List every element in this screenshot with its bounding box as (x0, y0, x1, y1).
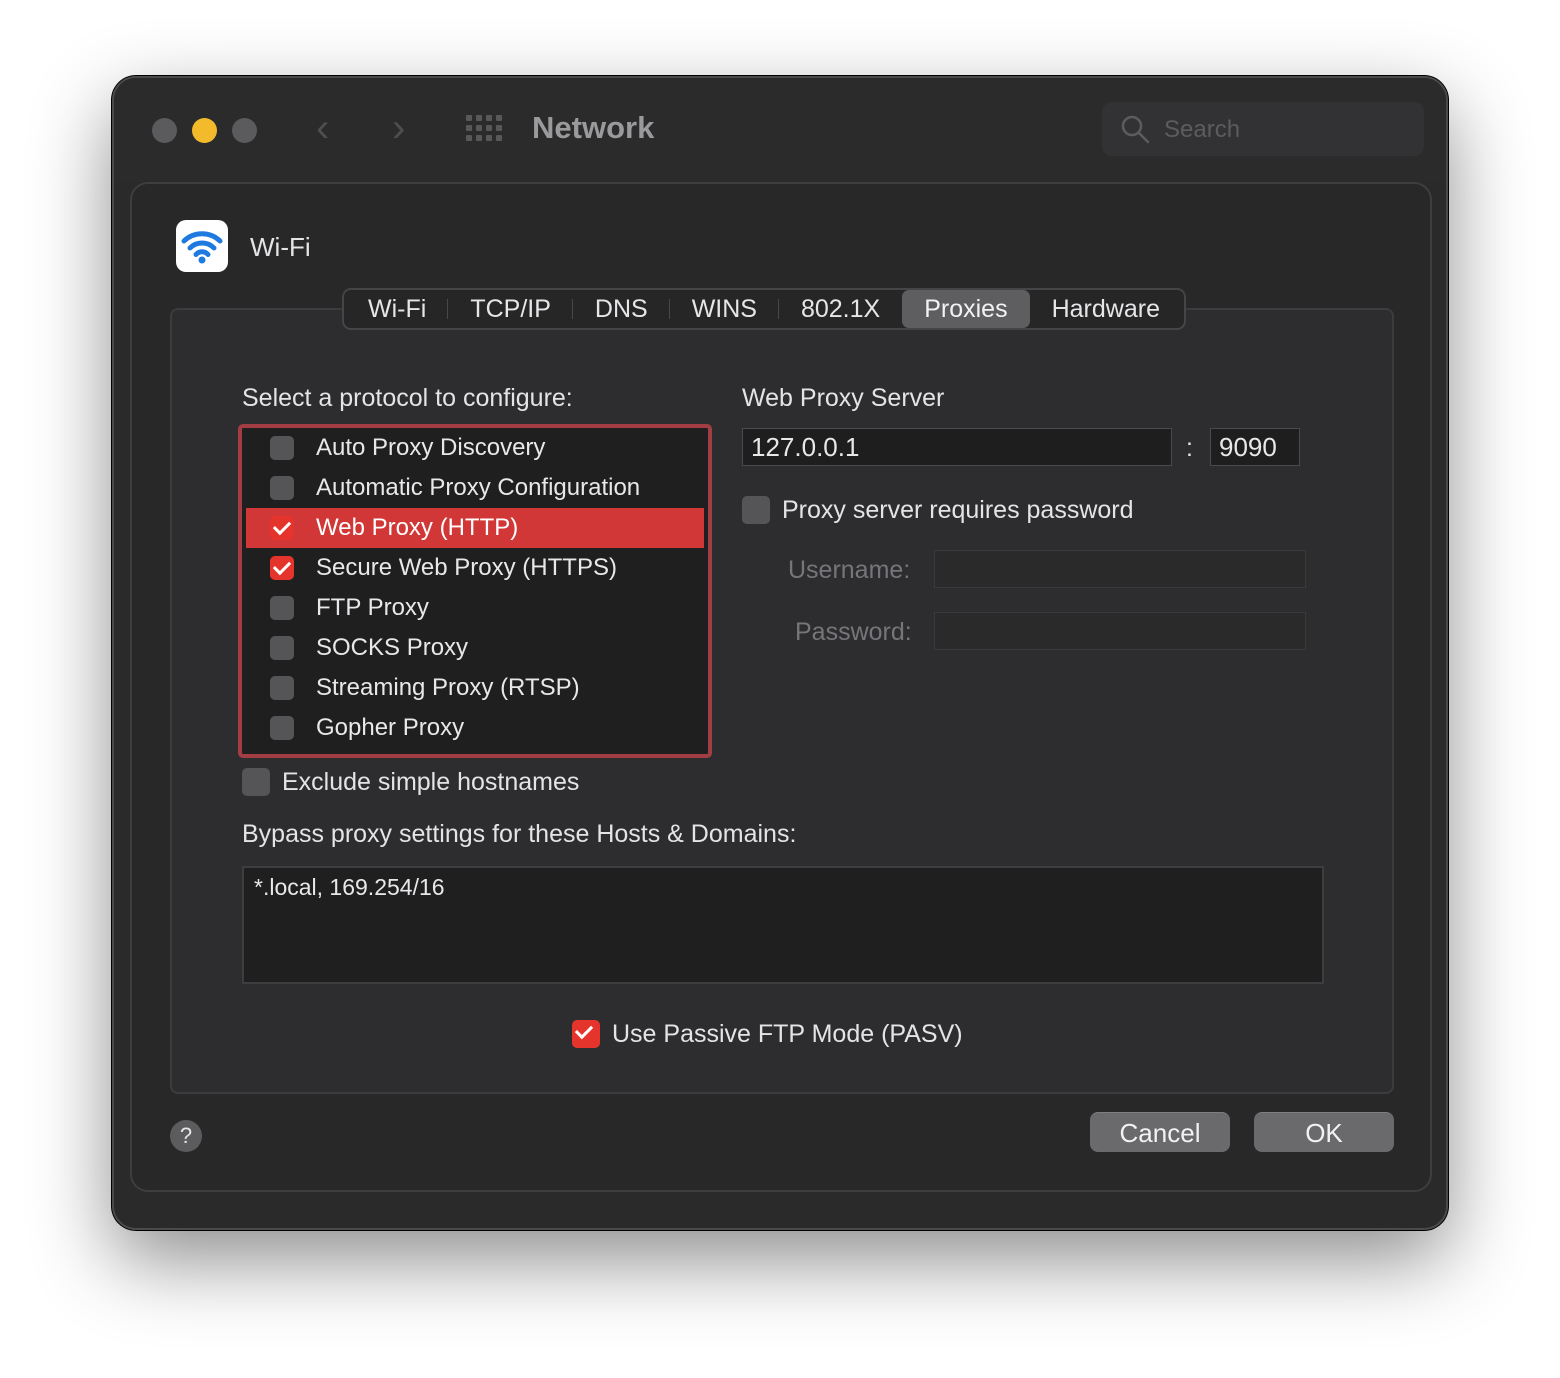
exclude-simple-hostnames-checkbox[interactable] (242, 768, 270, 796)
web-proxy-server-label: Web Proxy Server (742, 384, 945, 412)
protocol-checkbox[interactable] (270, 436, 294, 460)
bypass-label: Bypass proxy settings for these Hosts & … (242, 820, 797, 848)
protocol-checkbox[interactable] (270, 476, 294, 500)
passive-ftp-label: Use Passive FTP Mode (PASV) (612, 1020, 963, 1048)
tab-bar: Wi-Fi TCP/IP DNS WINS 802.1X Proxies Har… (342, 288, 1186, 330)
cancel-button[interactable]: Cancel (1090, 1112, 1230, 1152)
username-label: Username: (788, 556, 911, 584)
sheet-title: Wi-Fi (250, 232, 311, 262)
search-placeholder: Search (1164, 116, 1241, 143)
protocol-checkbox[interactable] (270, 516, 294, 540)
protocol-row-gopher-proxy[interactable]: Gopher Proxy (246, 708, 704, 748)
passive-ftp-checkbox[interactable] (572, 1020, 600, 1048)
minimize-window-button[interactable] (192, 118, 217, 143)
tab-wins[interactable]: WINS (670, 290, 780, 328)
window-title: Network (532, 110, 655, 145)
show-all-grid-icon[interactable] (466, 115, 502, 143)
password-field[interactable] (934, 612, 1306, 650)
tab-hardware[interactable]: Hardware (1030, 290, 1182, 328)
password-label: Password: (795, 618, 912, 646)
protocol-row-streaming-proxy[interactable]: Streaming Proxy (RTSP) (246, 668, 704, 708)
proxy-port-field[interactable]: 9090 (1210, 428, 1300, 466)
protocol-row-secure-web-proxy[interactable]: Secure Web Proxy (HTTPS) (246, 548, 704, 588)
protocol-checkbox[interactable] (270, 556, 294, 580)
tab-tcpip[interactable]: TCP/IP (448, 290, 573, 328)
tab-proxies[interactable]: Proxies (902, 290, 1030, 328)
protocol-checkbox[interactable] (270, 716, 294, 740)
network-window: ‹ › Network Search Wi-Fi Wi-Fi TCP/IP DN… (112, 76, 1448, 1230)
ok-button[interactable]: OK (1254, 1112, 1394, 1152)
requires-password-label: Proxy server requires password (782, 496, 1134, 524)
select-protocol-label: Select a protocol to configure: (242, 384, 573, 412)
proxy-host-field[interactable]: 127.0.0.1 (742, 428, 1172, 466)
protocol-label: Automatic Proxy Configuration (316, 474, 641, 501)
search-field[interactable]: Search (1102, 102, 1424, 156)
protocol-row-ftp-proxy[interactable]: FTP Proxy (246, 588, 704, 628)
tab-8021x[interactable]: 802.1X (779, 290, 902, 328)
protocol-row-web-proxy[interactable]: Web Proxy (HTTP) (246, 508, 704, 548)
tab-dns[interactable]: DNS (573, 290, 670, 328)
proxies-sheet: Wi-Fi Wi-Fi TCP/IP DNS WINS 802.1X Proxi… (130, 182, 1432, 1192)
tab-wifi[interactable]: Wi-Fi (346, 290, 449, 328)
protocol-checkbox[interactable] (270, 636, 294, 660)
host-port-separator: : (1186, 434, 1193, 462)
requires-password-checkbox[interactable] (742, 496, 770, 524)
title-bar: ‹ › Network Search (114, 78, 1446, 182)
protocol-label: Gopher Proxy (316, 714, 465, 741)
search-icon (1121, 115, 1150, 144)
zoom-window-button[interactable] (232, 118, 257, 143)
protocol-label: Web Proxy (HTTP) (316, 514, 519, 541)
protocol-label: Auto Proxy Discovery (316, 434, 546, 461)
wifi-icon (176, 220, 228, 272)
username-field[interactable] (934, 550, 1306, 588)
exclude-simple-hostnames-label: Exclude simple hostnames (282, 768, 580, 796)
help-button[interactable]: ? (170, 1120, 202, 1152)
protocol-row-auto-discovery[interactable]: Auto Proxy Discovery (246, 428, 704, 468)
protocol-row-socks-proxy[interactable]: SOCKS Proxy (246, 628, 704, 668)
close-window-button[interactable] (152, 118, 177, 143)
protocol-checkbox[interactable] (270, 596, 294, 620)
bypass-hosts-textarea[interactable]: *.local, 169.254/16 (242, 866, 1324, 984)
protocol-label: Streaming Proxy (RTSP) (316, 674, 580, 701)
protocol-label: Secure Web Proxy (HTTPS) (316, 554, 617, 581)
protocol-list: Auto Proxy Discovery Automatic Proxy Con… (238, 424, 712, 758)
forward-chevron-icon[interactable]: › (392, 108, 405, 148)
back-chevron-icon[interactable]: ‹ (316, 108, 329, 148)
protocol-row-auto-config[interactable]: Automatic Proxy Configuration (246, 468, 704, 508)
protocol-label: FTP Proxy (316, 594, 429, 621)
protocol-label: SOCKS Proxy (316, 634, 469, 661)
protocol-checkbox[interactable] (270, 676, 294, 700)
